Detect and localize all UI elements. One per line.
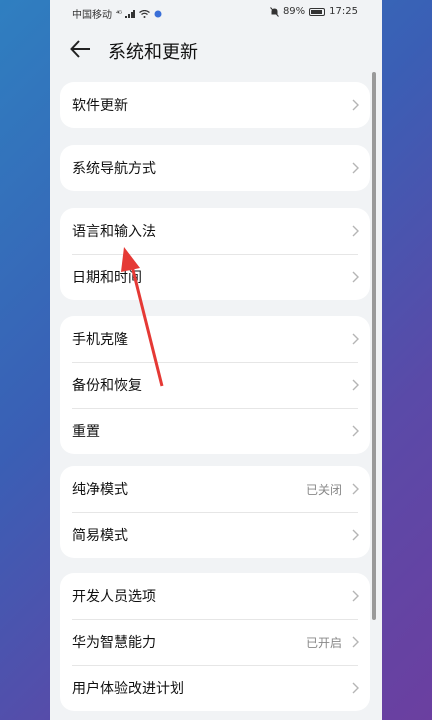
back-arrow-icon[interactable] bbox=[68, 36, 94, 62]
settings-row[interactable]: 日期和时间 bbox=[60, 254, 370, 300]
chevron-right-icon bbox=[352, 333, 359, 345]
settings-row[interactable]: 重置 bbox=[60, 408, 370, 454]
settings-row-value: 已关闭 bbox=[305, 482, 342, 497]
network-type: ⁴ᴳ bbox=[116, 9, 122, 18]
settings-row-label: 纯净模式 bbox=[72, 482, 128, 498]
settings-row-label: 语言和输入法 bbox=[72, 224, 156, 240]
settings-row[interactable]: 简易模式 bbox=[60, 512, 370, 558]
settings-row[interactable]: 用户体验改进计划 bbox=[60, 665, 370, 711]
signal-icon bbox=[125, 9, 136, 18]
settings-row-label: 重置 bbox=[72, 424, 100, 440]
chevron-right-icon bbox=[352, 483, 359, 495]
settings-row[interactable]: 语言和输入法 bbox=[60, 208, 370, 254]
settings-row[interactable]: 系统导航方式 bbox=[60, 145, 370, 191]
settings-group: 纯净模式 已关闭简易模式 bbox=[60, 466, 370, 558]
settings-row[interactable]: 备份和恢复 bbox=[60, 362, 370, 408]
chevron-right-icon bbox=[352, 425, 359, 437]
notification-icon bbox=[154, 10, 162, 17]
chevron-right-icon bbox=[352, 99, 359, 111]
chevron-right-icon bbox=[352, 590, 359, 602]
chevron-right-icon bbox=[352, 529, 359, 541]
settings-row-label: 手机克隆 bbox=[72, 332, 128, 348]
settings-row-label: 备份和恢复 bbox=[72, 378, 142, 394]
chevron-right-icon bbox=[352, 271, 359, 283]
status-bar: 中国移动 ⁴ᴳ 89% 17:25 bbox=[50, 0, 382, 24]
chevron-right-icon bbox=[352, 379, 359, 391]
mute-bell-icon bbox=[270, 6, 279, 17]
settings-row-value: 已开启 bbox=[305, 635, 342, 650]
settings-group: 系统导航方式 bbox=[60, 145, 370, 191]
chevron-right-icon bbox=[352, 682, 359, 694]
page-header: 系统和更新 bbox=[50, 30, 382, 70]
battery-percent: 89% bbox=[282, 6, 306, 17]
settings-row[interactable]: 华为智慧能力 已开启 bbox=[60, 619, 370, 665]
scrollbar[interactable] bbox=[372, 72, 376, 620]
phone-screen: 中国移动 ⁴ᴳ 89% 17:25 系统和更新 软件更新 系统导航方式 语言和输… bbox=[50, 0, 382, 720]
settings-group: 开发人员选项 华为智慧能力 已开启用户体验改进计划 bbox=[60, 573, 370, 711]
chevron-right-icon bbox=[352, 162, 359, 174]
wifi-icon bbox=[139, 9, 150, 18]
page-title: 系统和更新 bbox=[108, 42, 198, 63]
battery-icon bbox=[309, 7, 326, 16]
settings-row-label: 系统导航方式 bbox=[72, 161, 156, 177]
settings-group: 手机克隆备份和恢复重置 bbox=[60, 316, 370, 454]
settings-row-label: 日期和时间 bbox=[72, 270, 142, 286]
settings-row[interactable]: 纯净模式 已关闭 bbox=[60, 466, 370, 512]
settings-group: 软件更新 bbox=[60, 82, 370, 128]
settings-row[interactable]: 手机克隆 bbox=[60, 316, 370, 362]
settings-row-label: 开发人员选项 bbox=[72, 589, 156, 605]
settings-group: 语言和输入法 日期和时间 bbox=[60, 208, 370, 300]
clock: 17:25 bbox=[329, 6, 358, 17]
settings-row[interactable]: 软件更新 bbox=[60, 82, 370, 128]
settings-row[interactable]: 开发人员选项 bbox=[60, 573, 370, 619]
settings-row-label: 软件更新 bbox=[72, 98, 128, 114]
settings-row-label: 华为智慧能力 bbox=[72, 635, 156, 651]
carrier-label: 中国移动 bbox=[72, 10, 112, 21]
chevron-right-icon bbox=[352, 225, 359, 237]
chevron-right-icon bbox=[352, 636, 359, 648]
settings-row-label: 简易模式 bbox=[72, 528, 128, 544]
settings-row-label: 用户体验改进计划 bbox=[72, 681, 184, 697]
